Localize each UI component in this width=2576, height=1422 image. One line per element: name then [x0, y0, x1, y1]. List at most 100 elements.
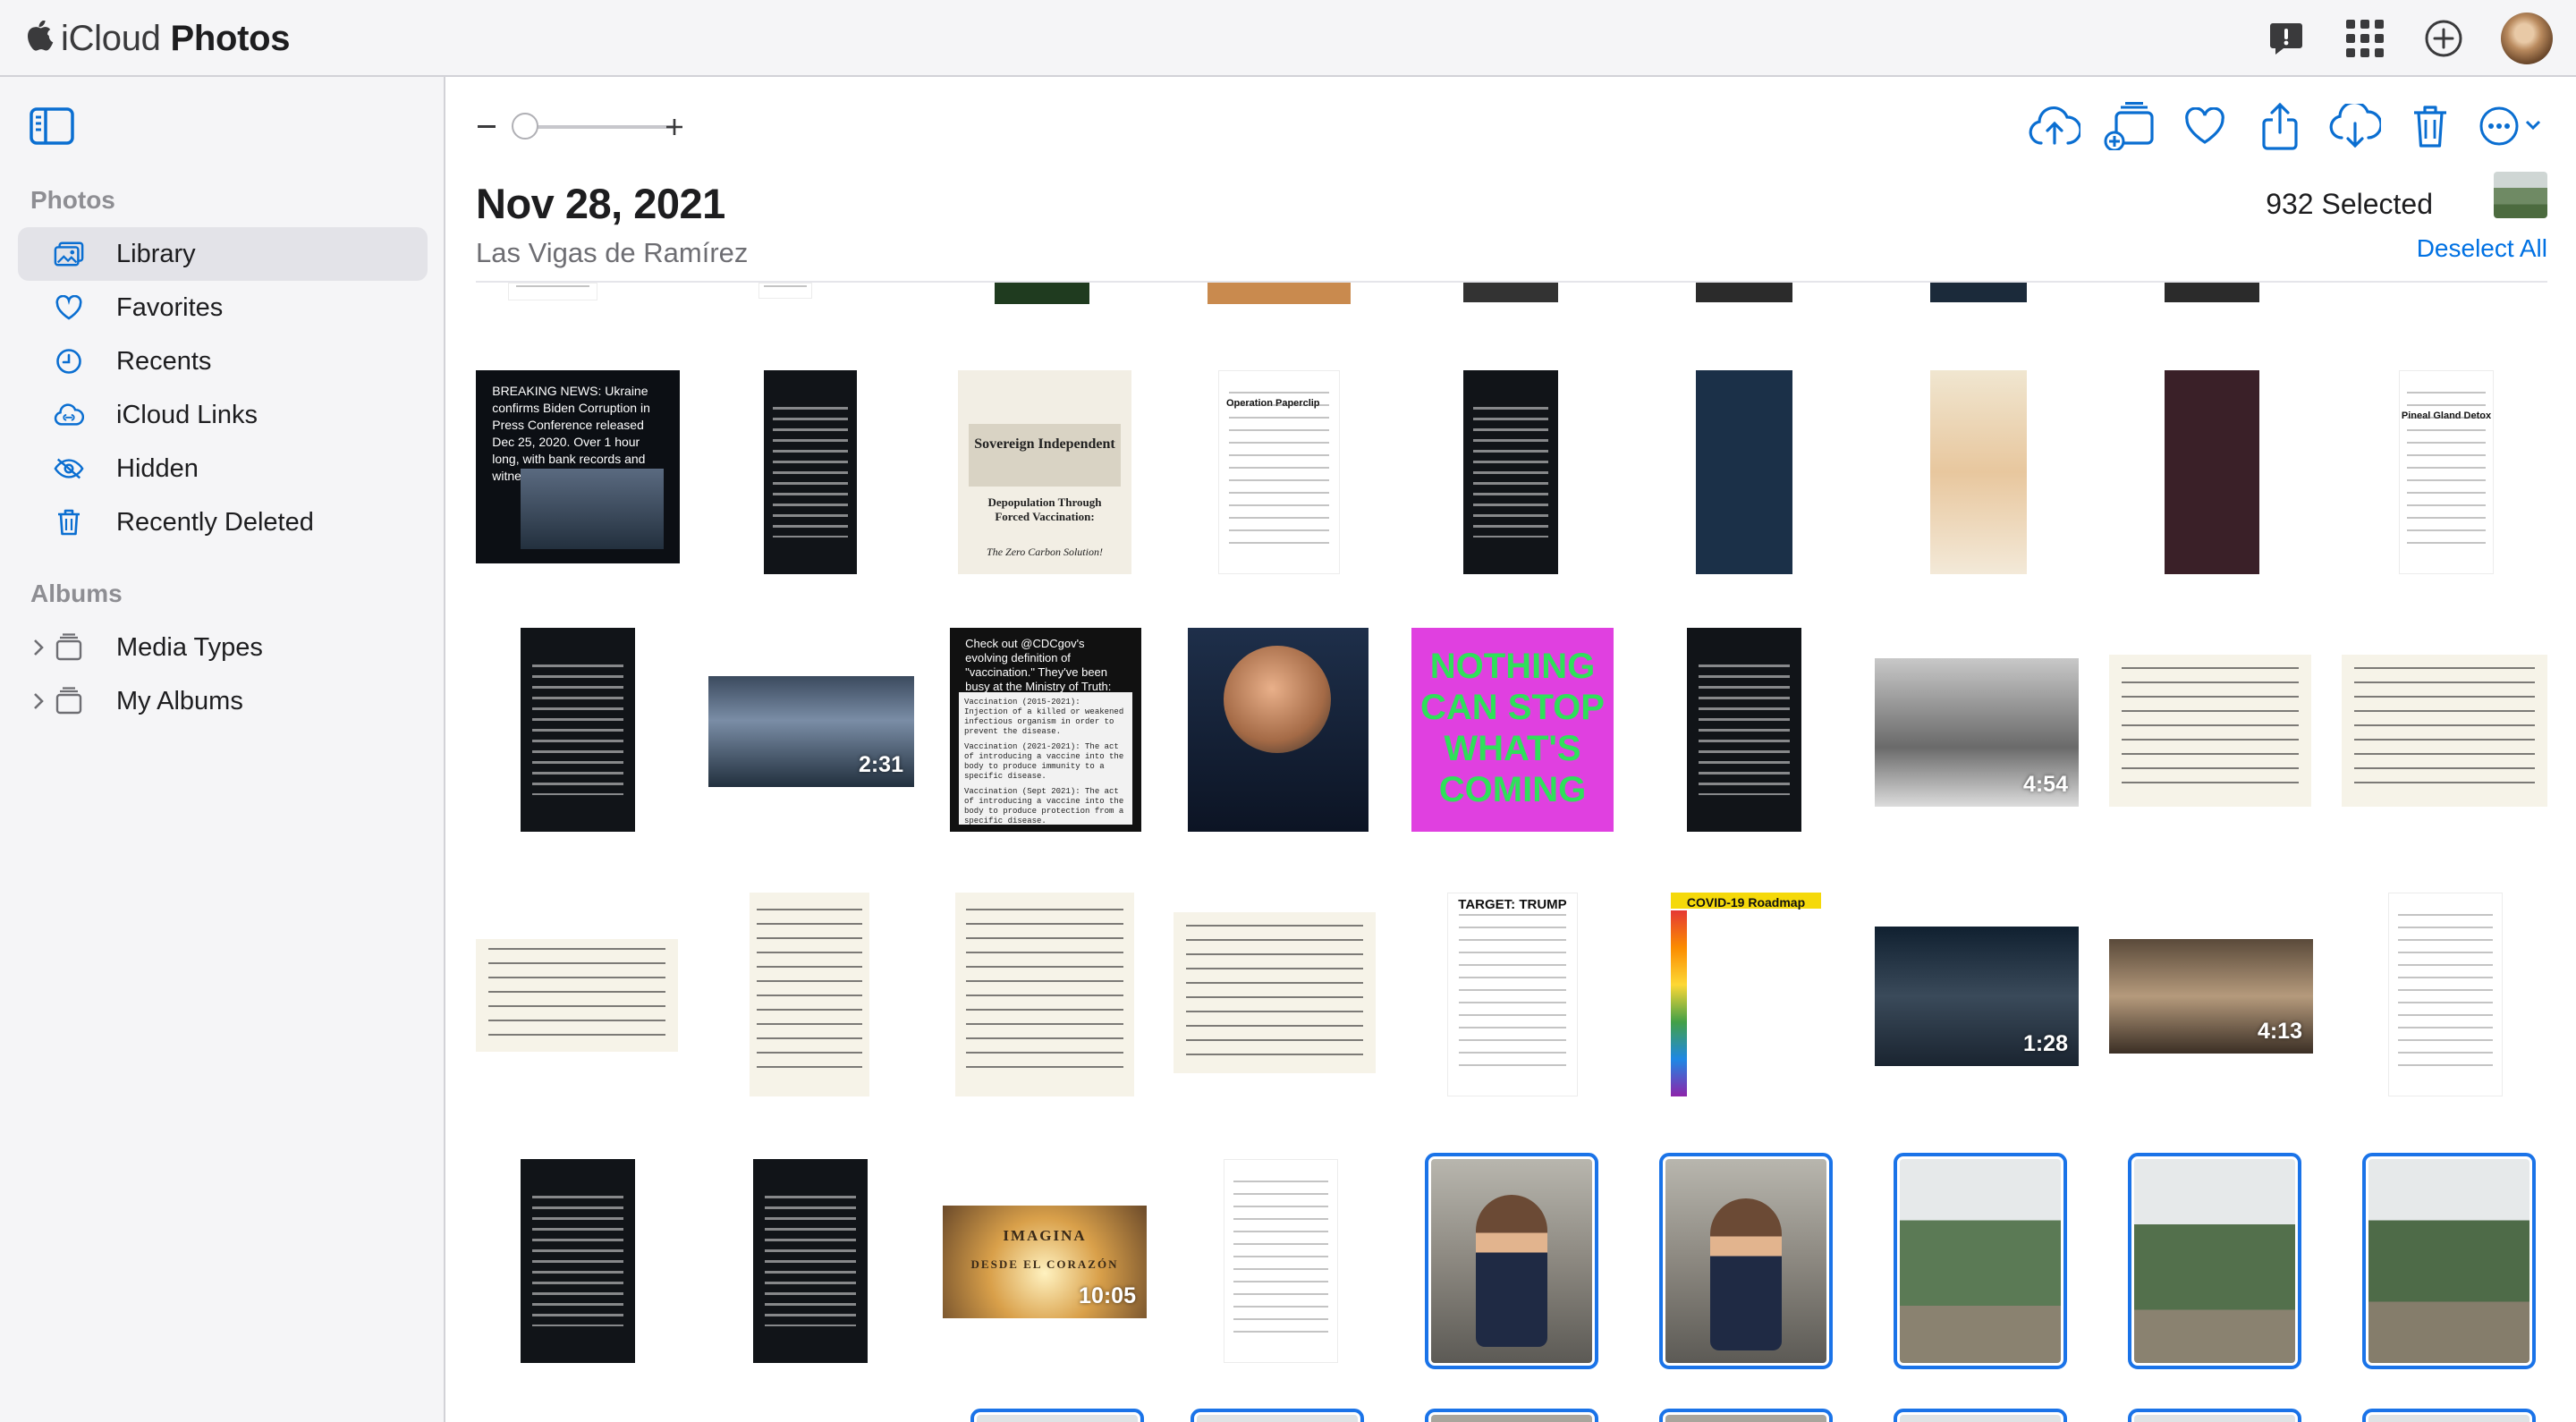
photo-thumbnail[interactable]	[758, 283, 812, 299]
zoom-track[interactable]	[515, 125, 674, 129]
sidebar-toggle-icon[interactable]	[29, 106, 75, 147]
app-brand[interactable]: iCloud Photos	[25, 16, 290, 61]
photo-thumbnail[interactable]	[764, 370, 857, 574]
photo-thumbnail[interactable]	[2388, 893, 2503, 1096]
selected-photo[interactable]	[2362, 1153, 2536, 1369]
chevron-right-icon[interactable]	[32, 639, 45, 656]
selected-photo[interactable]	[1659, 1409, 1833, 1422]
selected-photo[interactable]	[1894, 1409, 2067, 1422]
zoom-knob[interactable]	[512, 113, 538, 140]
app-grid-icon[interactable]	[2343, 17, 2386, 60]
cdc-definition: Vaccination (2015-2021): Injection of a …	[964, 698, 1124, 736]
section-date-title: Nov 28, 2021	[476, 180, 725, 227]
account-avatar[interactable]	[2501, 13, 2553, 64]
newspaper-head: Sovereign Independent	[969, 424, 1121, 487]
deselect-all-button[interactable]: Deselect All	[2417, 234, 2547, 263]
album-stack-icon	[54, 633, 84, 662]
section-title-albums: Albums	[30, 580, 123, 607]
photo-thumbnail[interactable]	[1930, 283, 2027, 302]
photo-thumbnail[interactable]: COVID-19 Roadmap	[1671, 893, 1821, 1096]
photo-thumbnail[interactable]	[2109, 655, 2311, 807]
photo-thumbnail[interactable]	[1687, 628, 1801, 832]
upload-icon[interactable]	[2027, 98, 2082, 154]
sidebar-item-recents[interactable]: Recents	[18, 334, 428, 388]
sidebar-item-hidden[interactable]: Hidden	[18, 442, 428, 495]
sidebar-item-favorites[interactable]: Favorites	[18, 281, 428, 334]
selected-photo[interactable]	[2128, 1153, 2301, 1369]
photo-thumbnail[interactable]	[1224, 1159, 1338, 1363]
photo-thumbnail[interactable]	[1696, 370, 1792, 574]
video-thumbnail[interactable]: IMAGINA DESDE EL CORAZÓN 10:05	[943, 1206, 1147, 1318]
top-bar: iCloud Photos	[0, 0, 2576, 77]
add-circle-icon[interactable]	[2422, 17, 2465, 60]
photo-thumbnail[interactable]	[1174, 912, 1376, 1073]
photo-thumbnail[interactable]	[1188, 628, 1368, 832]
video-thumbnail[interactable]: 2:31	[708, 676, 914, 787]
chevron-right-icon[interactable]	[32, 692, 45, 710]
video-duration: 4:13	[2257, 1019, 2302, 1044]
more-options-icon[interactable]	[2478, 98, 2549, 154]
sidebar-item-label: iCloud Links	[116, 400, 258, 429]
sidebar-item-media-types[interactable]: Media Types	[18, 621, 428, 674]
video-thumbnail[interactable]: 1:28	[1875, 927, 2079, 1066]
add-to-album-icon[interactable]	[2102, 98, 2157, 154]
feedback-icon[interactable]	[2265, 17, 2308, 60]
selected-photo[interactable]	[1425, 1153, 1598, 1369]
sidebar-item-recently-deleted[interactable]: Recently Deleted	[18, 495, 428, 549]
photo-thumbnail[interactable]	[476, 939, 678, 1052]
photo-thumbnail[interactable]	[1463, 283, 1558, 302]
download-icon[interactable]	[2327, 98, 2383, 154]
photo-thumbnail[interactable]: BREAKING NEWS: Ukraine confirms Biden Co…	[476, 370, 680, 563]
video-thumbnail[interactable]: 4:54	[1875, 658, 2079, 807]
zoom-in-icon[interactable]	[665, 118, 683, 136]
child-figure	[1476, 1195, 1547, 1347]
sidebar-item-my-albums[interactable]: My Albums	[18, 674, 428, 728]
photo-thumbnail[interactable]: Operation Paperclip	[1218, 370, 1340, 574]
photo-thumbnail[interactable]	[2165, 283, 2259, 302]
selected-photo[interactable]	[1425, 1409, 1598, 1422]
apple-logo-icon	[28, 21, 54, 51]
zoom-out-icon[interactable]	[478, 125, 496, 128]
eye-slash-icon	[54, 454, 84, 483]
photo-thumbnail[interactable]	[1463, 370, 1558, 574]
photo-thumbnail[interactable]	[1208, 283, 1351, 304]
photo-thumbnail[interactable]	[1696, 283, 1792, 302]
cdc-definition: Vaccination (2021-2021): The act of intr…	[964, 742, 1124, 781]
sidebar-item-icloud-links[interactable]: iCloud Links	[18, 388, 428, 442]
photo-thumbnail[interactable]	[750, 893, 869, 1096]
photo-grid: BREAKING NEWS: Ukraine confirms Biden Co…	[445, 283, 2576, 1422]
heart-icon	[54, 293, 84, 322]
photo-thumbnail[interactable]	[508, 283, 597, 300]
photo-thumbnail[interactable]	[995, 283, 1089, 304]
selected-photo[interactable]	[1659, 1153, 1833, 1369]
photo-thumbnail[interactable]	[1930, 370, 2027, 574]
photo-thumbnail[interactable]	[521, 1159, 635, 1363]
selected-photo[interactable]	[2128, 1409, 2301, 1422]
sidebar-item-label: Hidden	[116, 453, 199, 483]
sidebar-item-library[interactable]: Library	[18, 227, 428, 281]
photo-thumbnail[interactable]: Check out @CDCgov's evolving definition …	[950, 628, 1141, 832]
photo-thumbnail[interactable]	[2342, 655, 2547, 807]
selected-photo[interactable]	[2362, 1409, 2536, 1422]
video-duration: 10:05	[1079, 1283, 1136, 1308]
photo-thumbnail[interactable]	[2165, 370, 2259, 574]
photo-thumbnail[interactable]: Pineal Gland Detox	[2399, 370, 2494, 574]
photo-thumbnail[interactable]: TARGET: TRUMP	[1447, 893, 1578, 1096]
cdc-tweet-text: Check out @CDCgov's evolving definition …	[965, 637, 1112, 693]
photo-thumbnail[interactable]	[521, 628, 635, 832]
pineal-title: Pineal Gland Detox	[2401, 411, 2492, 421]
delete-trash-icon[interactable]	[2402, 98, 2458, 154]
favorite-heart-icon[interactable]	[2177, 98, 2233, 154]
photo-thumbnail[interactable]	[955, 893, 1134, 1096]
selected-preview-thumbnail	[2494, 172, 2547, 218]
selected-photo[interactable]	[1894, 1153, 2067, 1369]
portrait	[1224, 646, 1331, 753]
zoom-slider[interactable]	[476, 111, 682, 143]
selected-photo[interactable]	[970, 1409, 1144, 1422]
photo-thumbnail[interactable]: Sovereign Independent Depopulation Throu…	[958, 370, 1131, 574]
photo-thumbnail[interactable]: NOTHING CAN STOP WHAT'S COMING	[1411, 628, 1614, 832]
photo-thumbnail[interactable]	[753, 1159, 868, 1363]
selected-photo[interactable]	[1191, 1409, 1364, 1422]
share-icon[interactable]	[2252, 98, 2308, 154]
video-thumbnail[interactable]: 4:13	[2109, 939, 2313, 1054]
